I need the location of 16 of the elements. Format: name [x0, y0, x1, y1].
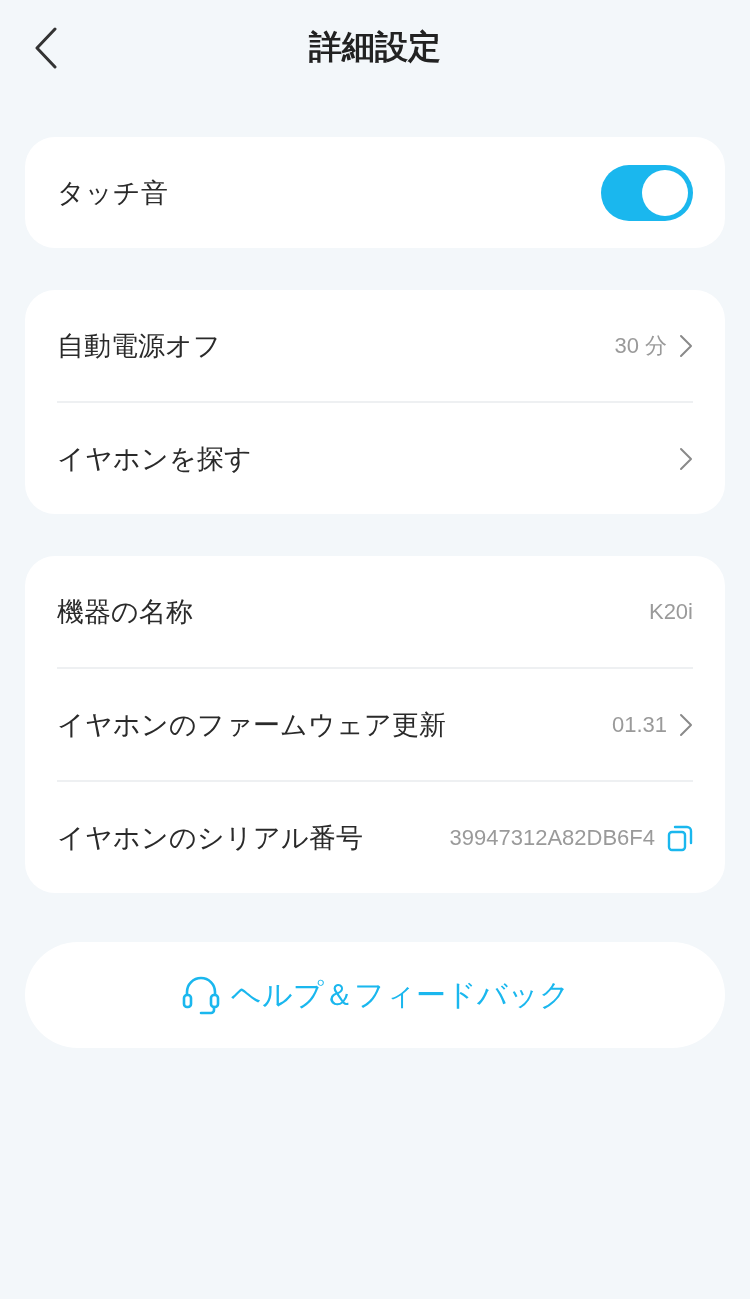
- row-value: 30 分: [614, 331, 667, 360]
- row-label: タッチ音: [57, 175, 168, 210]
- row-label[interactable]: イヤホンのファームウェア更新: [57, 706, 446, 743]
- row-label: イヤホンのシリアル番号: [57, 820, 363, 855]
- row-value: K20i: [648, 598, 693, 625]
- page-title: 詳細設定: [309, 26, 441, 68]
- row-value: 01.31: [611, 711, 667, 738]
- row-value: 39947312A82DB6F4: [449, 824, 655, 851]
- chevron-right-icon: [679, 333, 693, 358]
- row-label[interactable]: 自動電源オフ: [57, 327, 221, 364]
- row-label: 機器の名称: [57, 594, 193, 629]
- headset-icon: [180, 974, 221, 1016]
- chevron-right-icon: [679, 446, 693, 471]
- copy-icon[interactable]: [667, 823, 693, 852]
- row-label[interactable]: イヤホンを探す: [57, 440, 252, 477]
- chevron-right-icon: [679, 712, 693, 737]
